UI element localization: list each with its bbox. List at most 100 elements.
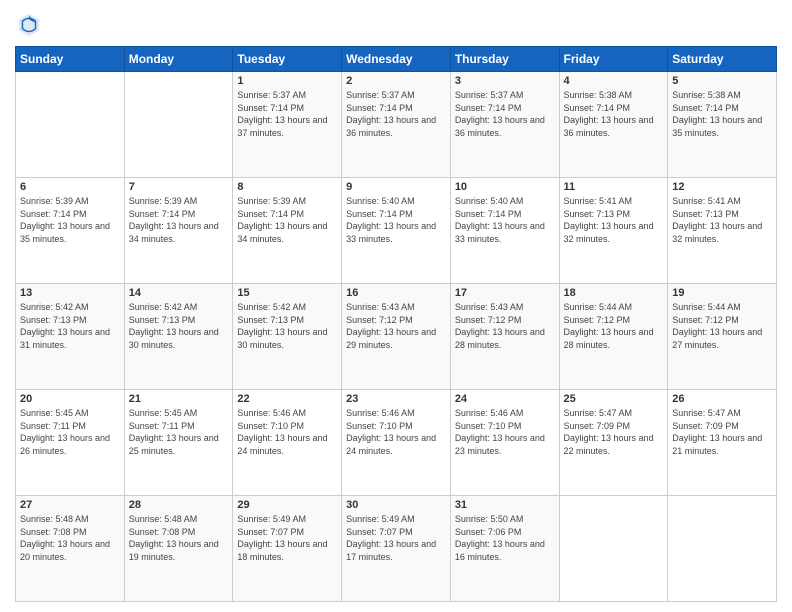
day-cell: 25 Sunrise: 5:47 AM Sunset: 7:09 PM Dayli… (559, 390, 668, 496)
day-info: Sunrise: 5:42 AM Sunset: 7:13 PM Dayligh… (129, 301, 229, 351)
day-cell: 23 Sunrise: 5:46 AM Sunset: 7:10 PM Dayli… (342, 390, 451, 496)
day-cell: 16 Sunrise: 5:43 AM Sunset: 7:12 PM Dayli… (342, 284, 451, 390)
day-info: Sunrise: 5:37 AM Sunset: 7:14 PM Dayligh… (455, 89, 555, 139)
day-number: 22 (237, 393, 337, 405)
week-row-4: 20 Sunrise: 5:45 AM Sunset: 7:11 PM Dayli… (16, 390, 777, 496)
weekday-header-row: SundayMondayTuesdayWednesdayThursdayFrid… (16, 47, 777, 72)
day-number: 12 (672, 181, 772, 193)
day-number: 24 (455, 393, 555, 405)
day-number: 11 (564, 181, 664, 193)
day-cell (668, 496, 777, 602)
day-info: Sunrise: 5:40 AM Sunset: 7:14 PM Dayligh… (346, 195, 446, 245)
day-number: 7 (129, 181, 229, 193)
day-cell: 14Sunrise: 5:42 AM Sunset: 7:13 PM Dayli… (124, 284, 233, 390)
day-cell: 5 Sunrise: 5:38 AM Sunset: 7:14 PM Daylig… (668, 72, 777, 178)
day-number: 29 (237, 499, 337, 511)
day-number: 30 (346, 499, 446, 511)
day-number: 17 (455, 287, 555, 299)
weekday-sunday: Sunday (16, 47, 125, 72)
day-cell: 21 Sunrise: 5:45 AM Sunset: 7:11 PM Dayli… (124, 390, 233, 496)
day-info: Sunrise: 5:50 AM Sunset: 7:06 PM Dayligh… (455, 513, 555, 563)
day-cell: 7 Sunrise: 5:39 AM Sunset: 7:14 PM Daylig… (124, 178, 233, 284)
week-row-2: 6 Sunrise: 5:39 AM Sunset: 7:14 PM Daylig… (16, 178, 777, 284)
day-info: Sunrise: 5:42 AM Sunset: 7:13 PM Dayligh… (237, 301, 337, 351)
day-number: 31 (455, 499, 555, 511)
day-number: 15 (237, 287, 337, 299)
day-cell: 28 Sunrise: 5:48 AM Sunset: 7:08 PM Dayli… (124, 496, 233, 602)
day-number: 28 (129, 499, 229, 511)
day-cell (559, 496, 668, 602)
day-info: Sunrise: 5:44 AM Sunset: 7:12 PM Dayligh… (672, 301, 772, 351)
weekday-tuesday: Tuesday (233, 47, 342, 72)
day-cell: 12 Sunrise: 5:41 AM Sunset: 7:13 PM Dayli… (668, 178, 777, 284)
day-number: 20 (20, 393, 120, 405)
week-row-3: 13Sunrise: 5:42 AM Sunset: 7:13 PM Dayli… (16, 284, 777, 390)
day-info: Sunrise: 5:39 AM Sunset: 7:14 PM Dayligh… (20, 195, 120, 245)
header (15, 10, 777, 38)
day-number: 25 (564, 393, 664, 405)
day-info: Sunrise: 5:45 AM Sunset: 7:11 PM Dayligh… (129, 407, 229, 457)
day-number: 19 (672, 287, 772, 299)
day-cell: 13Sunrise: 5:42 AM Sunset: 7:13 PM Dayli… (16, 284, 125, 390)
day-number: 21 (129, 393, 229, 405)
weekday-monday: Monday (124, 47, 233, 72)
day-info: Sunrise: 5:43 AM Sunset: 7:12 PM Dayligh… (455, 301, 555, 351)
day-number: 8 (237, 181, 337, 193)
day-cell: 29Sunrise: 5:49 AM Sunset: 7:07 PM Dayli… (233, 496, 342, 602)
day-cell: 3 Sunrise: 5:37 AM Sunset: 7:14 PM Daylig… (450, 72, 559, 178)
day-info: Sunrise: 5:43 AM Sunset: 7:12 PM Dayligh… (346, 301, 446, 351)
weekday-saturday: Saturday (668, 47, 777, 72)
day-cell: 20Sunrise: 5:45 AM Sunset: 7:11 PM Dayli… (16, 390, 125, 496)
day-cell: 8 Sunrise: 5:39 AM Sunset: 7:14 PM Daylig… (233, 178, 342, 284)
day-cell (16, 72, 125, 178)
week-row-1: 1 Sunrise: 5:37 AM Sunset: 7:14 PM Daylig… (16, 72, 777, 178)
day-info: Sunrise: 5:47 AM Sunset: 7:09 PM Dayligh… (564, 407, 664, 457)
day-cell: 26 Sunrise: 5:47 AM Sunset: 7:09 PM Dayli… (668, 390, 777, 496)
day-info: Sunrise: 5:47 AM Sunset: 7:09 PM Dayligh… (672, 407, 772, 457)
day-info: Sunrise: 5:49 AM Sunset: 7:07 PM Dayligh… (346, 513, 446, 563)
day-number: 23 (346, 393, 446, 405)
day-number: 1 (237, 75, 337, 87)
day-cell: 1 Sunrise: 5:37 AM Sunset: 7:14 PM Daylig… (233, 72, 342, 178)
weekday-wednesday: Wednesday (342, 47, 451, 72)
day-number: 9 (346, 181, 446, 193)
day-cell: 15 Sunrise: 5:42 AM Sunset: 7:13 PM Dayli… (233, 284, 342, 390)
day-number: 3 (455, 75, 555, 87)
day-info: Sunrise: 5:46 AM Sunset: 7:10 PM Dayligh… (237, 407, 337, 457)
day-info: Sunrise: 5:41 AM Sunset: 7:13 PM Dayligh… (564, 195, 664, 245)
day-info: Sunrise: 5:48 AM Sunset: 7:08 PM Dayligh… (129, 513, 229, 563)
day-cell: 22 Sunrise: 5:46 AM Sunset: 7:10 PM Dayli… (233, 390, 342, 496)
day-info: Sunrise: 5:44 AM Sunset: 7:12 PM Dayligh… (564, 301, 664, 351)
day-info: Sunrise: 5:38 AM Sunset: 7:14 PM Dayligh… (564, 89, 664, 139)
calendar-table: SundayMondayTuesdayWednesdayThursdayFrid… (15, 46, 777, 602)
day-info: Sunrise: 5:41 AM Sunset: 7:13 PM Dayligh… (672, 195, 772, 245)
day-number: 5 (672, 75, 772, 87)
day-cell: 24Sunrise: 5:46 AM Sunset: 7:10 PM Dayli… (450, 390, 559, 496)
day-info: Sunrise: 5:40 AM Sunset: 7:14 PM Dayligh… (455, 195, 555, 245)
day-cell: 2Sunrise: 5:37 AM Sunset: 7:14 PM Daylig… (342, 72, 451, 178)
weekday-friday: Friday (559, 47, 668, 72)
day-info: Sunrise: 5:37 AM Sunset: 7:14 PM Dayligh… (237, 89, 337, 139)
weekday-thursday: Thursday (450, 47, 559, 72)
logo-icon (15, 10, 43, 38)
day-cell: 31 Sunrise: 5:50 AM Sunset: 7:06 PM Dayli… (450, 496, 559, 602)
day-info: Sunrise: 5:39 AM Sunset: 7:14 PM Dayligh… (237, 195, 337, 245)
day-cell: 18Sunrise: 5:44 AM Sunset: 7:12 PM Dayli… (559, 284, 668, 390)
day-info: Sunrise: 5:38 AM Sunset: 7:14 PM Dayligh… (672, 89, 772, 139)
logo (15, 10, 47, 38)
day-info: Sunrise: 5:37 AM Sunset: 7:14 PM Dayligh… (346, 89, 446, 139)
day-number: 6 (20, 181, 120, 193)
day-number: 16 (346, 287, 446, 299)
day-cell: 10 Sunrise: 5:40 AM Sunset: 7:14 PM Dayli… (450, 178, 559, 284)
day-cell: 19 Sunrise: 5:44 AM Sunset: 7:12 PM Dayli… (668, 284, 777, 390)
week-row-5: 27Sunrise: 5:48 AM Sunset: 7:08 PM Dayli… (16, 496, 777, 602)
day-info: Sunrise: 5:42 AM Sunset: 7:13 PM Dayligh… (20, 301, 120, 351)
day-number: 10 (455, 181, 555, 193)
day-info: Sunrise: 5:46 AM Sunset: 7:10 PM Dayligh… (346, 407, 446, 457)
day-cell (124, 72, 233, 178)
day-cell: 11 Sunrise: 5:41 AM Sunset: 7:13 PM Dayli… (559, 178, 668, 284)
day-info: Sunrise: 5:48 AM Sunset: 7:08 PM Dayligh… (20, 513, 120, 563)
page: SundayMondayTuesdayWednesdayThursdayFrid… (0, 0, 792, 612)
day-info: Sunrise: 5:39 AM Sunset: 7:14 PM Dayligh… (129, 195, 229, 245)
day-number: 26 (672, 393, 772, 405)
